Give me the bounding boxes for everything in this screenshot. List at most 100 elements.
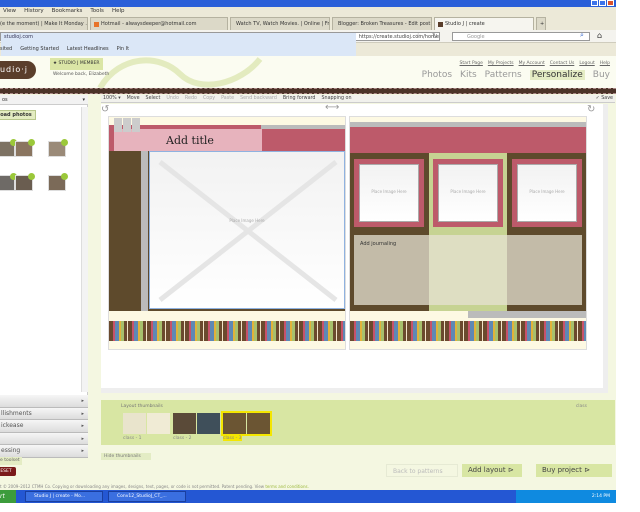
home-icon[interactable]: ⌂ — [597, 31, 602, 40]
rotate-right-handle[interactable]: ↻ — [587, 104, 595, 115]
link-my-account[interactable]: My Account — [519, 61, 545, 66]
metal-bar — [141, 151, 148, 311]
site-header: udio·j ★ STUDIO J MEMBER Welcome back, E… — [0, 56, 616, 88]
zoom-select[interactable]: 100% ▾ — [103, 95, 121, 102]
undo-button[interactable]: Undo — [166, 95, 179, 102]
taskbar: rt Studio J | create - Mo... Conv12_Stud… — [0, 490, 616, 503]
accordion-embellishments[interactable]: llishments ▸ — [0, 407, 88, 420]
browser-tab[interactable]: Hotmail - alwaysdeeper@hotmail.com — [90, 17, 228, 30]
bookmark-item[interactable]: sited — [0, 43, 12, 56]
photo-frame[interactable]: Place Image Here — [433, 159, 503, 227]
layout-thumbnail[interactable] — [173, 413, 220, 434]
welcome-text: Welcome back, Elizabeth — [53, 72, 110, 77]
metal-bar — [261, 125, 345, 129]
nav-personalize[interactable]: Personalize — [529, 70, 585, 80]
window-titlebar — [0, 0, 616, 7]
maximize-button[interactable] — [599, 0, 606, 6]
browser-tab[interactable]: Blogger: Broken Treasures - Edit post — [332, 17, 432, 30]
photos-panel: os ▾ oad photos — [0, 95, 88, 395]
reload-icon[interactable]: ↻ — [432, 32, 438, 40]
left-page[interactable]: Add title Place Image Here — [108, 116, 346, 350]
toolset-toggle[interactable]: e toolset — [0, 457, 22, 465]
paste-button[interactable]: Paste — [221, 95, 234, 102]
photo-thumbnail[interactable] — [15, 139, 35, 157]
title-box[interactable]: Add title — [114, 129, 262, 151]
save-button[interactable]: ✓ Save — [596, 95, 615, 102]
system-tray: 2:14 PM — [516, 490, 616, 503]
link-help[interactable]: Help — [600, 61, 610, 66]
accordion-quickease[interactable]: ickease ▸ — [0, 420, 88, 433]
reset-button[interactable]: ESET — [0, 467, 16, 476]
photo-thumbnail[interactable] — [15, 173, 35, 191]
photo-thumbnail[interactable] — [48, 173, 68, 191]
studioj-logo[interactable]: udio·j — [0, 61, 36, 79]
footer: t © 2009–2012 CTMH Co. Copying or downlo… — [0, 484, 309, 489]
journaling-box[interactable]: Add journaling — [354, 235, 582, 305]
hide-thumbnails-button[interactable]: Hide thumbnails — [101, 453, 151, 460]
terms-link[interactable]: terms and conditions. — [265, 484, 309, 489]
panel-select[interactable]: os ▾ — [0, 95, 88, 105]
nav-photos[interactable]: Photos — [422, 70, 452, 80]
send-backward-button[interactable]: Send backward — [240, 95, 277, 102]
layout-thumbnail-selected[interactable] — [221, 411, 272, 436]
bring-forward-button[interactable]: Bring forward — [283, 95, 316, 102]
arrow-circle-icon: ⊳ — [507, 466, 514, 474]
upload-photos-button[interactable]: oad photos — [0, 110, 36, 120]
buy-project-label: Buy project — [542, 466, 582, 474]
thumbnail-caption: class - 2 — [173, 436, 192, 441]
star-icon[interactable]: ☆ — [415, 32, 421, 40]
new-tab-button[interactable]: + — [536, 17, 546, 30]
move-tool[interactable]: Move — [127, 95, 140, 102]
accordion-processing[interactable]: essing ▸ — [0, 445, 88, 458]
right-page[interactable]: Place Image Here Place Image Here Place … — [349, 116, 587, 350]
arrow-circle-icon: ⊳ — [584, 466, 591, 474]
tool-accordion: ▸ llishments ▸ ickease ▸ ▸ essing ▸ — [0, 395, 88, 458]
photo-thumbnail[interactable] — [0, 173, 17, 191]
hotmail-icon — [94, 21, 99, 27]
clock: 2:14 PM — [591, 494, 610, 499]
resize-handle[interactable]: ⟷ — [325, 102, 339, 113]
copy-button[interactable]: Copy — [203, 95, 215, 102]
address-bar[interactable]: studioj.com https://create.studioj.com/ho… — [0, 32, 440, 467]
taskbar-item[interactable]: Conv12_StudioJ_CT_... — [108, 491, 186, 502]
close-button[interactable] — [607, 0, 614, 6]
accordion-item[interactable]: ▸ — [0, 395, 88, 408]
link-my-projects[interactable]: My Projects — [488, 61, 514, 66]
panel-scrollbar[interactable] — [81, 107, 88, 392]
stripe-border — [109, 321, 345, 341]
link-contact-us[interactable]: Contact Us — [550, 61, 575, 66]
select-tool[interactable]: Select — [146, 95, 161, 102]
photo-frame[interactable]: Place Image Here — [512, 159, 582, 227]
photo-thumbnail[interactable] — [48, 139, 68, 157]
class-label: class — [575, 404, 587, 409]
snapping-toggle[interactable]: Snapping on — [321, 95, 351, 102]
accordion-item[interactable]: ▸ — [0, 432, 88, 445]
layout-thumbnail[interactable] — [123, 413, 170, 434]
photo-frame[interactable]: Place Image Here — [354, 159, 424, 227]
search-input[interactable]: Google — [452, 32, 590, 41]
add-journaling-text[interactable]: Add journaling — [360, 241, 396, 247]
nav-patterns[interactable]: Patterns — [485, 70, 522, 80]
redo-button[interactable]: Redo — [185, 95, 197, 102]
rotate-left-handle[interactable]: ↺ — [101, 104, 109, 115]
link-logout[interactable]: Logout — [579, 61, 594, 66]
bookmark-item[interactable]: Getting Started — [20, 43, 59, 56]
link-start-page[interactable]: Start Page — [460, 61, 483, 66]
browser-tab-active[interactable]: Studio J | create — [434, 17, 534, 30]
magnifier-icon[interactable]: ⌕ — [580, 31, 584, 40]
nav-kits[interactable]: Kits — [460, 70, 477, 80]
nav-buy[interactable]: Buy — [593, 70, 610, 80]
add-layout-button[interactable]: Add layout ⊳ — [462, 464, 522, 477]
photo-thumbnail[interactable] — [0, 139, 17, 157]
add-title-text[interactable]: Add title — [166, 134, 214, 147]
back-to-patterns-button[interactable]: Back to patterns — [386, 464, 458, 477]
top-links: Start Page My Projects My Account Contac… — [460, 61, 610, 66]
taskbar-item[interactable]: Studio J | create - Mo... — [25, 491, 103, 502]
photo-placeholder[interactable]: Place Image Here — [149, 151, 345, 309]
browser-tab[interactable]: (e the moment) | Make It Monday ... — [0, 17, 88, 30]
design-canvas[interactable]: Add title Place Image Here Place Image H… — [101, 102, 608, 393]
browser-tab[interactable]: Watch TV, Watch Movies. | Online | Free.… — [230, 17, 330, 30]
minimize-button[interactable] — [591, 0, 598, 6]
start-button[interactable]: rt — [0, 490, 16, 503]
buy-project-button[interactable]: Buy project ⊳ — [536, 464, 612, 477]
